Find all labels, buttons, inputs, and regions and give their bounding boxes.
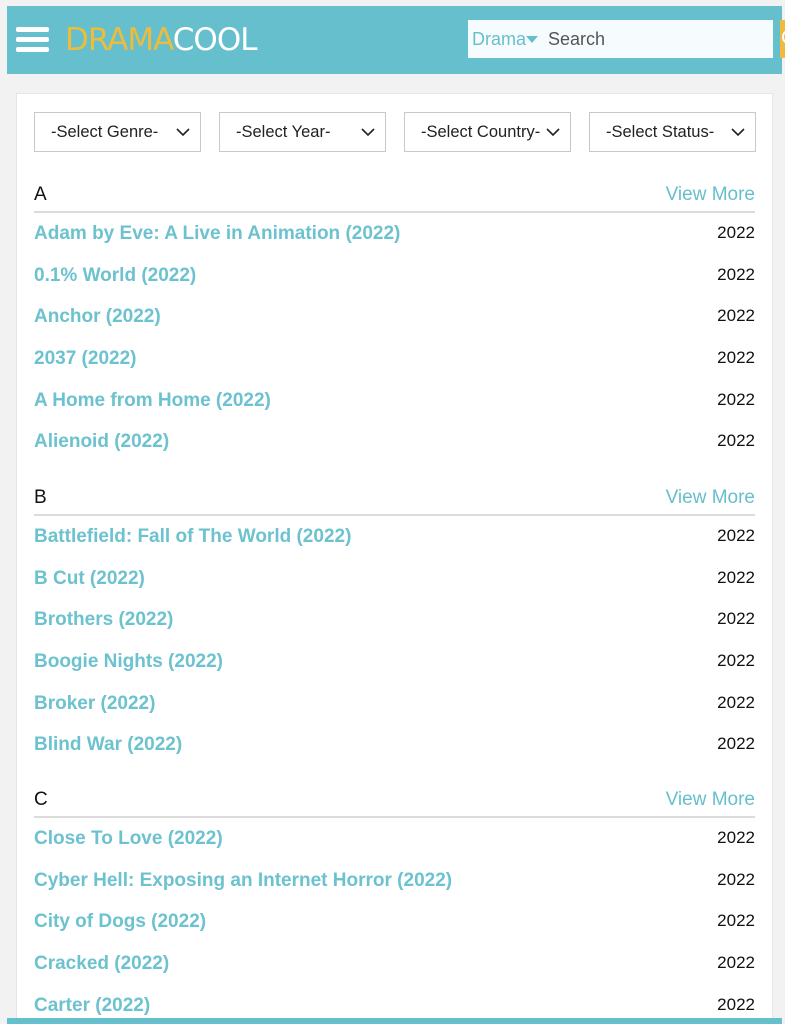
year-label: 2022: [717, 828, 755, 847]
list-item: Anchor (2022) 2022: [34, 296, 755, 338]
list-item: 2037 (2022) 2022: [34, 338, 755, 380]
list-item: Boogie Nights (2022) 2022: [34, 641, 755, 683]
chevron-down-icon: [546, 127, 560, 136]
main-content: -Select Genre- -Select Year- -Select Cou…: [16, 93, 773, 1024]
year-label: 2022: [717, 348, 755, 368]
list-item: Battlefield: Fall of The World (2022) 202…: [34, 516, 755, 558]
drama-link[interactable]: A Home from Home (2022): [34, 390, 271, 412]
year-label: 2022: [717, 567, 755, 587]
drama-link[interactable]: Cracked (2022): [34, 953, 169, 975]
year-label: 2022: [717, 953, 755, 973]
chevron-down-icon: [731, 127, 745, 136]
list-item: Cracked (2022) 2022: [34, 943, 755, 985]
year-label: 2022: [717, 526, 755, 545]
drama-link[interactable]: Close To Love (2022): [34, 828, 223, 850]
list-item: Alienoid (2022) 2022: [34, 421, 755, 463]
search-bar: Drama: [468, 20, 785, 58]
drama-link[interactable]: Carter (2022): [34, 995, 150, 1017]
section-a: A View More Adam by Eve: A Live in Anima…: [34, 182, 755, 463]
year-label: 2022: [717, 994, 755, 1014]
drama-link[interactable]: Cyber Hell: Exposing an Internet Horror …: [34, 870, 452, 892]
section-letter: C: [34, 789, 48, 810]
search-icon: [782, 30, 785, 44]
drama-link[interactable]: 2037 (2022): [34, 348, 136, 370]
list-item: Brothers (2022) 2022: [34, 599, 755, 641]
drama-link[interactable]: Alienoid (2022): [34, 431, 169, 453]
drama-link[interactable]: B Cut (2022): [34, 568, 145, 590]
menu-icon[interactable]: [16, 27, 49, 53]
drama-link[interactable]: 0.1% World (2022): [34, 265, 196, 287]
drama-link[interactable]: Blind War (2022): [34, 734, 182, 756]
list-item: 0.1% World (2022) 2022: [34, 255, 755, 297]
status-select[interactable]: -Select Status-: [589, 112, 756, 152]
caret-down-icon[interactable]: [526, 35, 539, 43]
chevron-down-icon: [361, 127, 375, 136]
section-header: B View More: [34, 485, 755, 516]
drama-link[interactable]: Brothers (2022): [34, 609, 173, 631]
section-c: C View More Close To Love (2022) 2022 Cyb…: [34, 787, 755, 1023]
drama-link[interactable]: Adam by Eve: A Live in Animation (2022): [34, 223, 400, 245]
year-label: 2022: [717, 431, 755, 451]
bottom-bar: [7, 1018, 782, 1024]
drama-link[interactable]: Anchor (2022): [34, 306, 161, 328]
year-select-label: -Select Year-: [236, 122, 331, 141]
drama-link[interactable]: Boogie Nights (2022): [34, 651, 223, 673]
logo-cool: COOL: [172, 22, 258, 58]
site-header: DRAMACOOL Drama: [7, 6, 785, 74]
status-select-label: -Select Status-: [606, 122, 715, 141]
list-item: Blind War (2022) 2022: [34, 724, 755, 766]
drama-link[interactable]: Battlefield: Fall of The World (2022): [34, 526, 351, 548]
search-type-select[interactable]: Drama: [468, 29, 526, 50]
site-logo[interactable]: DRAMACOOL: [65, 24, 257, 56]
country-select[interactable]: -Select Country-: [404, 112, 571, 152]
chevron-down-icon: [176, 127, 190, 136]
filter-bar: -Select Genre- -Select Year- -Select Cou…: [34, 112, 756, 152]
section-letter: B: [34, 487, 47, 508]
country-select-label: -Select Country-: [421, 122, 541, 141]
list-item: City of Dogs (2022) 2022: [34, 901, 755, 943]
year-label: 2022: [717, 389, 755, 409]
list-item: Broker (2022) 2022: [34, 683, 755, 725]
section-b: B View More Battlefield: Fall of The Wor…: [34, 485, 755, 766]
year-label: 2022: [717, 692, 755, 712]
page: DRAMACOOL Drama -Select Genre- -Select Y…: [0, 0, 785, 1024]
drama-link[interactable]: Broker (2022): [34, 693, 155, 715]
year-label: 2022: [717, 911, 755, 931]
year-label: 2022: [717, 651, 755, 671]
year-label: 2022: [717, 223, 755, 242]
year-label: 2022: [717, 609, 755, 629]
view-more-link[interactable]: View More: [666, 789, 755, 811]
genre-select-label: -Select Genre-: [51, 122, 159, 141]
section-letter: A: [34, 184, 47, 205]
section-header: A View More: [34, 182, 755, 213]
list-item: Close To Love (2022) 2022: [34, 818, 755, 860]
year-label: 2022: [717, 734, 755, 754]
year-label: 2022: [717, 306, 755, 326]
view-more-link[interactable]: View More: [666, 184, 755, 206]
section-header: C View More: [34, 787, 755, 818]
list-item: Adam by Eve: A Live in Animation (2022) 2…: [34, 213, 755, 255]
logo-drama: DRAMA: [65, 22, 174, 58]
list-item: A Home from Home (2022) 2022: [34, 380, 755, 422]
search-button[interactable]: [780, 20, 785, 58]
year-select[interactable]: -Select Year-: [219, 112, 386, 152]
drama-link[interactable]: City of Dogs (2022): [34, 911, 206, 933]
year-label: 2022: [717, 264, 755, 284]
view-more-link[interactable]: View More: [666, 487, 755, 509]
genre-select[interactable]: -Select Genre-: [34, 112, 201, 152]
list-item: B Cut (2022) 2022: [34, 558, 755, 600]
list-item: Cyber Hell: Exposing an Internet Horror …: [34, 860, 755, 902]
search-input[interactable]: [548, 20, 781, 58]
year-label: 2022: [717, 869, 755, 889]
